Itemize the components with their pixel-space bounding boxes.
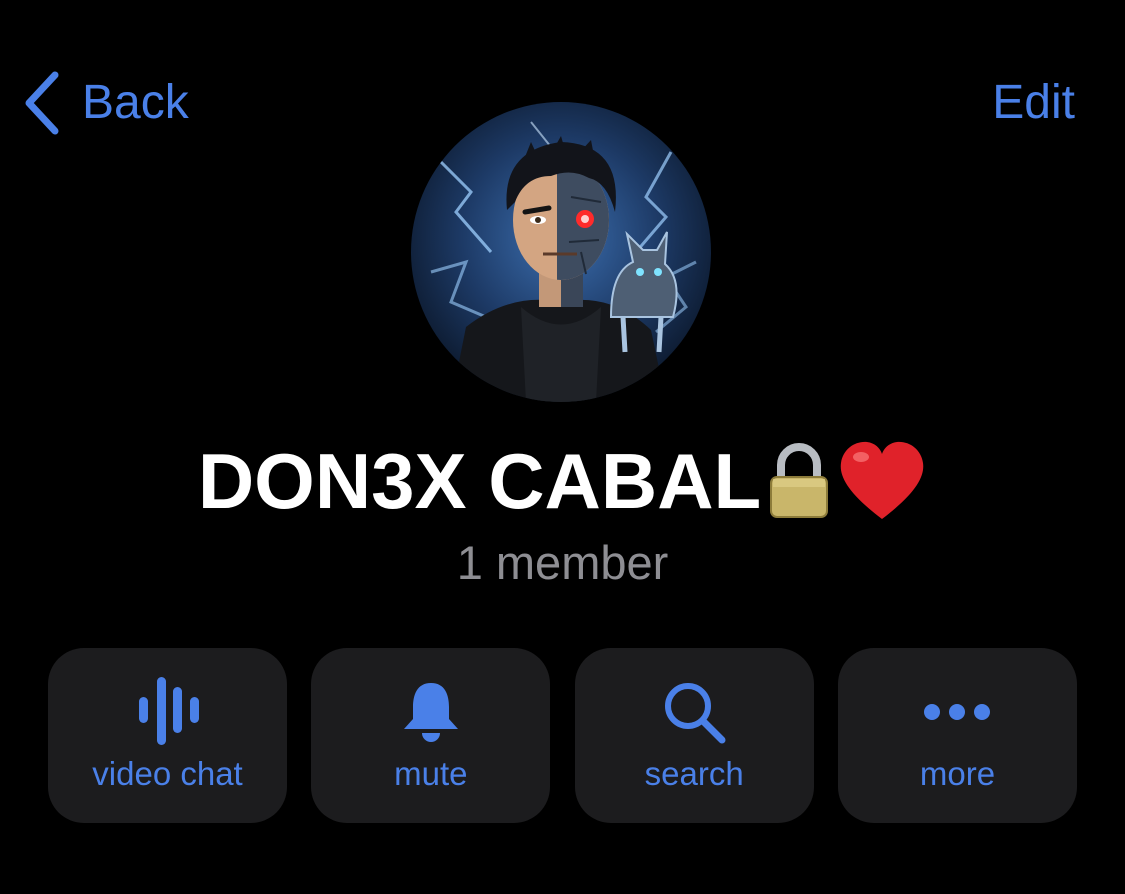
ellipsis-icon	[924, 704, 991, 720]
search-button[interactable]: search	[574, 648, 814, 823]
group-name: DON3X CABAL	[197, 437, 762, 525]
group-avatar[interactable]	[411, 102, 711, 402]
group-title: DON3X CABAL	[0, 436, 1125, 526]
magnifier-icon	[665, 683, 726, 744]
voice-waveform-icon	[138, 677, 199, 745]
action-bar: video chat mute search more	[48, 648, 1077, 823]
back-button[interactable]: Back	[22, 66, 189, 140]
bell-icon	[403, 683, 458, 742]
member-count: 1 member	[456, 536, 669, 589]
lock-emoji	[770, 443, 829, 518]
video-chat-button[interactable]: video chat	[48, 648, 287, 823]
search-label: search	[644, 755, 744, 792]
mute-button[interactable]: mute	[311, 648, 551, 823]
chevron-left-icon	[25, 71, 59, 135]
back-label: Back	[82, 76, 189, 129]
more-label: more	[919, 755, 996, 792]
video-chat-label: video chat	[92, 755, 243, 792]
mute-label: mute	[394, 755, 468, 792]
edit-button[interactable]: Edit	[992, 66, 1075, 140]
red-heart-emoji	[840, 441, 924, 519]
more-button[interactable]: more	[837, 648, 1077, 823]
